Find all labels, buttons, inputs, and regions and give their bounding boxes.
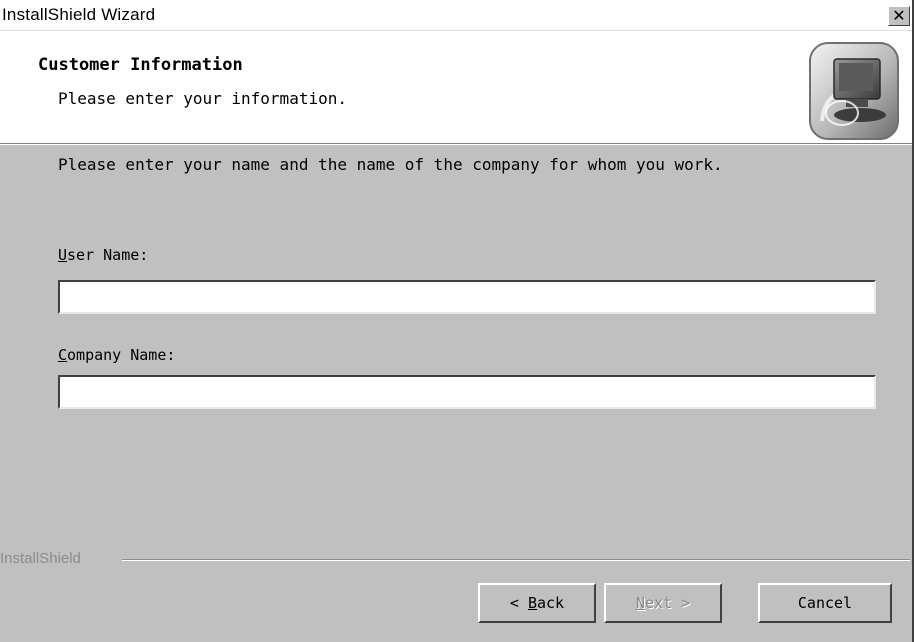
user-name-mnemonic: U [58,246,68,264]
page-title: Customer Information [38,55,243,75]
company-name-label-text: ompany Name: [67,346,176,364]
back-button[interactable]: < Back [478,583,596,623]
back-button-label: ack [537,594,565,612]
wizard-header: Customer Information Please enter your i… [0,31,912,144]
cancel-button[interactable]: Cancel [758,583,892,623]
back-button-prefix: < [509,594,528,612]
next-button-mnemonic: N [635,594,645,612]
page-subtitle: Please enter your information. [58,89,347,108]
close-icon: ✕ [892,6,906,25]
close-button[interactable]: ✕ [888,6,910,26]
back-button-mnemonic: B [527,594,537,612]
user-name-label-text: ser Name: [67,246,149,264]
installshield-brand: InstallShield [0,550,81,567]
company-name-mnemonic: C [58,346,68,364]
user-name-label: User Name: [58,246,148,264]
user-name-input[interactable] [58,280,876,314]
installshield-dialog: InstallShield Wizard ✕ Customer Informat… [0,0,914,642]
computer-setup-icon [809,42,899,140]
title-bar[interactable]: InstallShield Wizard ✕ [0,0,912,31]
company-name-input[interactable] [58,375,876,409]
next-button-label: ext > [644,594,691,612]
window-title: InstallShield Wizard [2,5,156,24]
company-name-label: Company Name: [58,346,175,364]
next-button[interactable]: Next > [604,583,722,623]
instruction-text: Please enter your name and the name of t… [58,155,723,174]
header-divider [0,144,912,145]
footer-divider [122,559,910,561]
